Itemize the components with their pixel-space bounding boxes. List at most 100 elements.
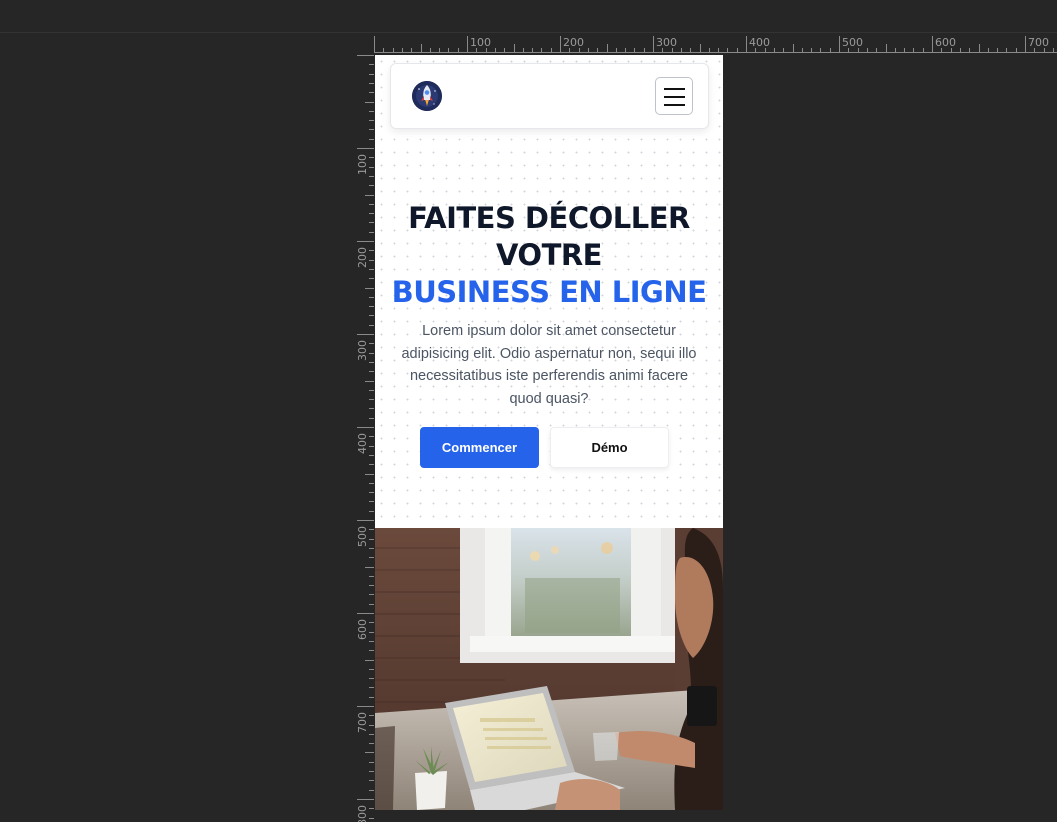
ruler-tick	[369, 557, 374, 558]
ruler-tick	[365, 381, 374, 382]
ruler-h-label: 200	[563, 36, 584, 49]
hero-title-line-1: FAITES DÉCOLLER	[408, 201, 690, 235]
ruler-tick	[923, 48, 924, 53]
ruler-tick	[369, 64, 374, 65]
ruler-tick	[988, 48, 989, 53]
ruler-tick	[365, 195, 374, 196]
ruler-tick	[672, 48, 673, 53]
ruler-h-label: 300	[656, 36, 677, 49]
ruler-tick	[997, 48, 998, 53]
ruler-tick	[369, 325, 374, 326]
ruler-tick	[369, 548, 374, 549]
ruler-tick	[616, 48, 617, 53]
ruler-tick	[644, 48, 645, 53]
ruler-tick	[514, 44, 515, 53]
ruler-tick	[876, 48, 877, 53]
ruler-tick	[369, 818, 374, 819]
ruler-tick	[357, 613, 374, 614]
ruler-tick	[858, 48, 859, 53]
ruler-tick	[369, 408, 374, 409]
ruler-tick	[369, 74, 374, 75]
ruler-tick	[421, 44, 422, 53]
ruler-tick	[532, 48, 533, 53]
ruler-tick	[895, 48, 896, 53]
ruler-tick	[411, 48, 412, 53]
ruler-tick	[369, 632, 374, 633]
ruler-tick	[369, 446, 374, 447]
ruler-tick	[369, 362, 374, 363]
ruler-tick	[969, 48, 970, 53]
ruler-tick	[357, 799, 374, 800]
ruler-tick	[820, 48, 821, 53]
ruler-tick	[369, 306, 374, 307]
ruler-tick	[495, 48, 496, 53]
ruler-tick	[383, 48, 384, 53]
ruler-tick	[369, 269, 374, 270]
ruler-tick	[737, 48, 738, 53]
ruler-v-label: 700	[356, 712, 369, 733]
ruler-tick	[374, 36, 375, 53]
ruler-tick	[1006, 48, 1007, 53]
ruler-tick	[369, 232, 374, 233]
ruler-tick	[979, 44, 980, 53]
ruler-tick	[467, 36, 468, 53]
ruler-h-label: 500	[842, 36, 863, 49]
ruler-tick	[369, 715, 374, 716]
ruler-tick	[579, 48, 580, 53]
ruler-tick	[904, 48, 905, 53]
ruler-tick	[369, 222, 374, 223]
ruler-tick	[886, 44, 887, 53]
ruler-tick	[369, 501, 374, 502]
ruler-tick	[634, 48, 635, 53]
ruler-tick	[357, 427, 374, 428]
ruler-tick	[369, 157, 374, 158]
ruler-tick	[662, 48, 663, 53]
hero-description: Lorem ipsum dolor sit amet consectetur a…	[401, 323, 697, 407]
start-button[interactable]: Commencer	[420, 427, 539, 468]
ruler-tick	[653, 36, 654, 53]
ruler-tick	[588, 48, 589, 53]
vertical-ruler: 100 200 300 400 500 600 700 800	[356, 55, 374, 822]
ruler-v-label: 600	[356, 619, 369, 640]
ruler-tick	[1025, 36, 1026, 53]
page-preview: FAITES DÉCOLLER VOTRE BUSINESS EN LIGNE …	[375, 55, 723, 810]
ruler-tick	[369, 511, 374, 512]
ruler-tick	[765, 48, 766, 53]
ruler-tick	[393, 48, 394, 53]
ruler-tick	[369, 111, 374, 112]
ruler-tick	[448, 48, 449, 53]
ruler-tick	[774, 48, 775, 53]
ruler-tick	[504, 48, 505, 53]
ruler-tick	[369, 371, 374, 372]
ruler-tick	[1034, 48, 1035, 53]
ruler-tick	[369, 576, 374, 577]
editor-top-bar	[0, 0, 1057, 33]
rocket-icon[interactable]	[412, 81, 442, 111]
hero-title-accent: BUSINESS EN LIGNE	[391, 275, 707, 309]
demo-button[interactable]: Démo	[550, 427, 669, 468]
ruler-tick	[369, 650, 374, 651]
ruler-v-label: 300	[356, 340, 369, 361]
ruler-tick	[830, 48, 831, 53]
ruler-h-label: 600	[935, 36, 956, 49]
hamburger-menu-icon[interactable]	[655, 77, 693, 115]
ruler-tick	[369, 353, 374, 354]
ruler-tick	[369, 464, 374, 465]
ruler-tick	[625, 48, 626, 53]
ruler-tick	[357, 706, 374, 707]
ruler-tick	[369, 604, 374, 605]
ruler-tick	[551, 48, 552, 53]
ruler-tick	[941, 48, 942, 53]
ruler-tick	[369, 185, 374, 186]
ruler-tick	[402, 48, 403, 53]
navbar	[390, 63, 709, 129]
ruler-tick	[430, 48, 431, 53]
ruler-tick	[867, 48, 868, 53]
ruler-tick	[357, 55, 374, 56]
ruler-tick	[755, 48, 756, 53]
ruler-tick	[951, 48, 952, 53]
ruler-tick	[960, 48, 961, 53]
ruler-tick	[369, 762, 374, 763]
person-laptop-photo	[375, 528, 723, 810]
hero-title: FAITES DÉCOLLER VOTRE BUSINESS EN LIGNE	[375, 200, 723, 311]
